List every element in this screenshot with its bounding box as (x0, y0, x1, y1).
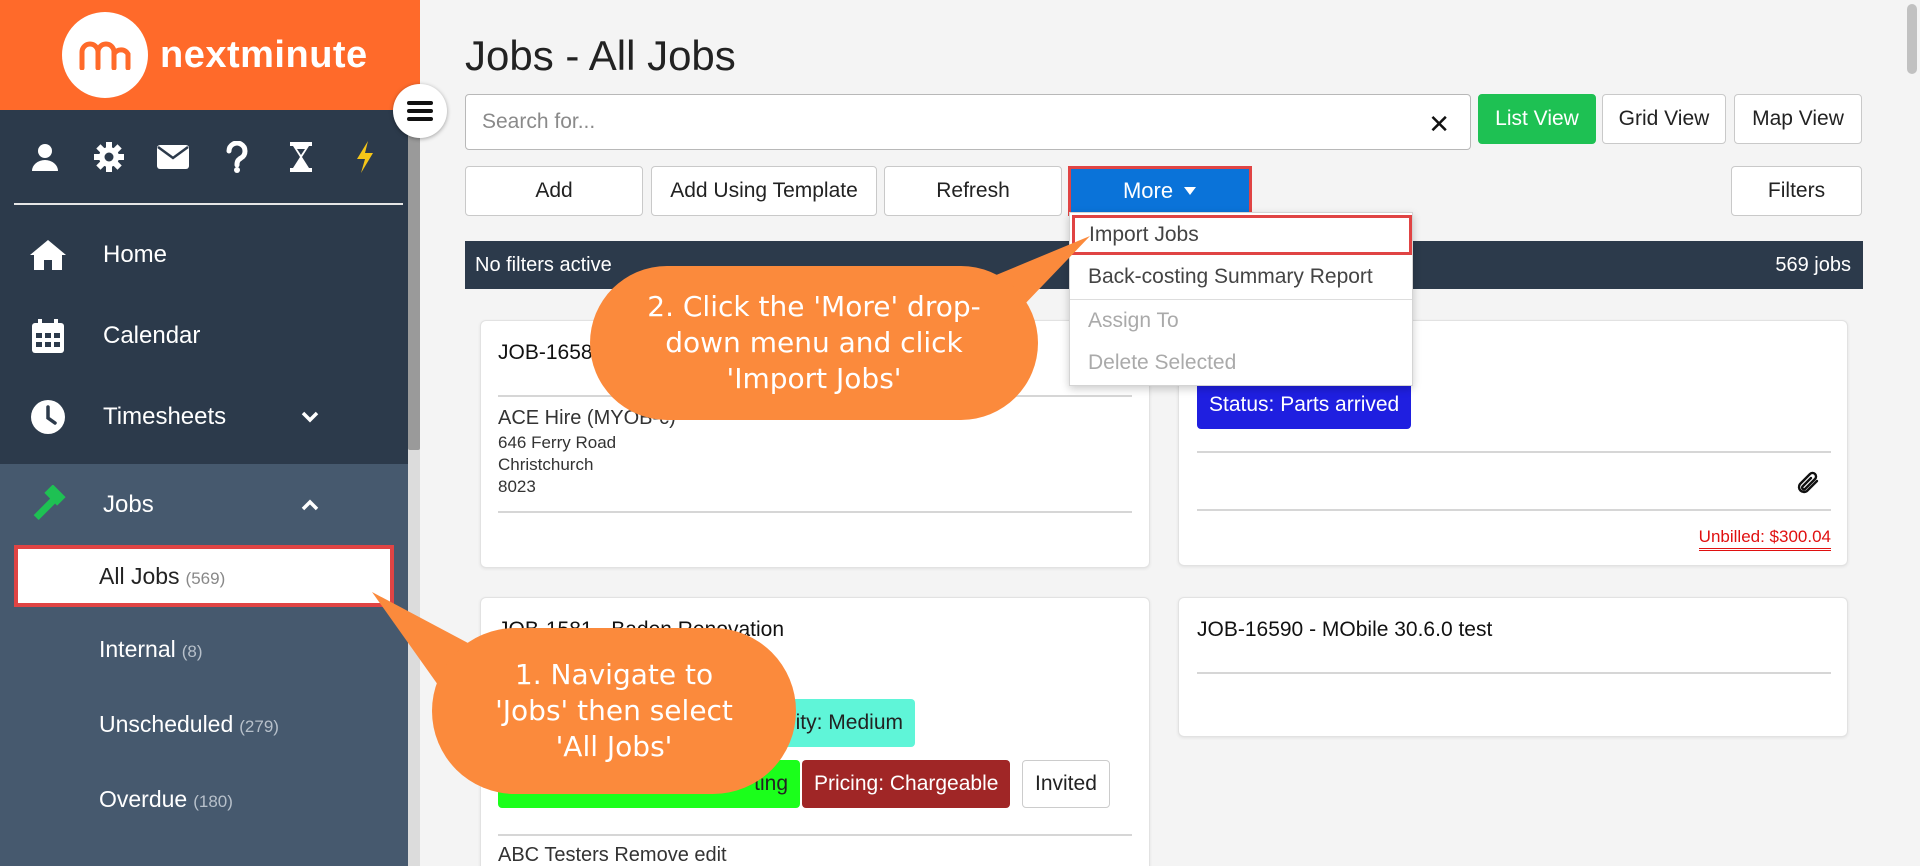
callout-pointers (372, 236, 1090, 730)
callout-text: 1. Navigate to 'Jobs' then select 'All J… (495, 658, 733, 763)
instruction-callout-step2: 2. Click the 'More' drop-down menu and c… (590, 266, 1038, 420)
page-scrollbar[interactable] (1906, 0, 1920, 866)
page-scrollbar-thumb[interactable] (1907, 4, 1917, 74)
instruction-callout-step1: 1. Navigate to 'Jobs' then select 'All J… (432, 628, 796, 794)
callout-text: 2. Click the 'More' drop-down menu and c… (647, 290, 981, 395)
